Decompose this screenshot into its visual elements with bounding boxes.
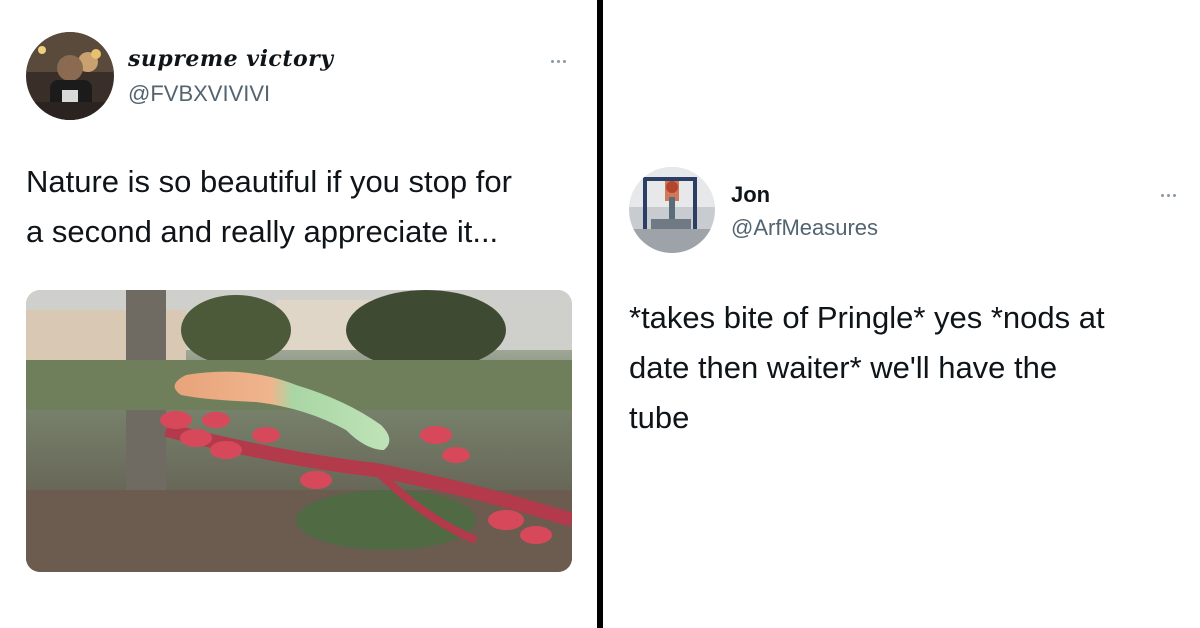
tweet-text: *takes bite of Pringle* yes *nods at dat… — [629, 293, 1105, 443]
tweet-card-right: Jon @ArfMeasures *takes bite of Pringle*… — [603, 0, 1200, 628]
display-name[interactable]: supreme victory — [128, 46, 334, 72]
tweet-text-line: date then waiter* we'll have the — [629, 350, 1058, 385]
more-horizontal-icon[interactable] — [1153, 188, 1183, 202]
avatar-image — [629, 167, 715, 253]
username-handle[interactable]: @FVBXVIVIVI — [128, 81, 270, 107]
username-handle[interactable]: @ArfMeasures — [731, 215, 878, 241]
avatar[interactable] — [26, 32, 114, 120]
tweet-text-line: a second and really appreciate it... — [26, 214, 499, 249]
photo-icon — [26, 290, 572, 572]
tweet-text-line: Nature is so beautiful if you stop for — [26, 164, 512, 199]
tweet-text-line: *takes bite of Pringle* yes *nods at — [629, 300, 1105, 335]
tweet-text: Nature is so beautiful if you stop for a… — [26, 157, 512, 257]
tweet-text-line: tube — [629, 400, 690, 435]
avatar-image — [26, 32, 114, 120]
tweet-card-left: supreme victory @FVBXVIVIVI Nature is so… — [0, 0, 597, 628]
tweet-photo[interactable] — [26, 290, 572, 572]
more-horizontal-icon[interactable] — [543, 54, 573, 68]
display-name[interactable]: Jon — [731, 182, 770, 208]
avatar[interactable] — [629, 167, 715, 253]
